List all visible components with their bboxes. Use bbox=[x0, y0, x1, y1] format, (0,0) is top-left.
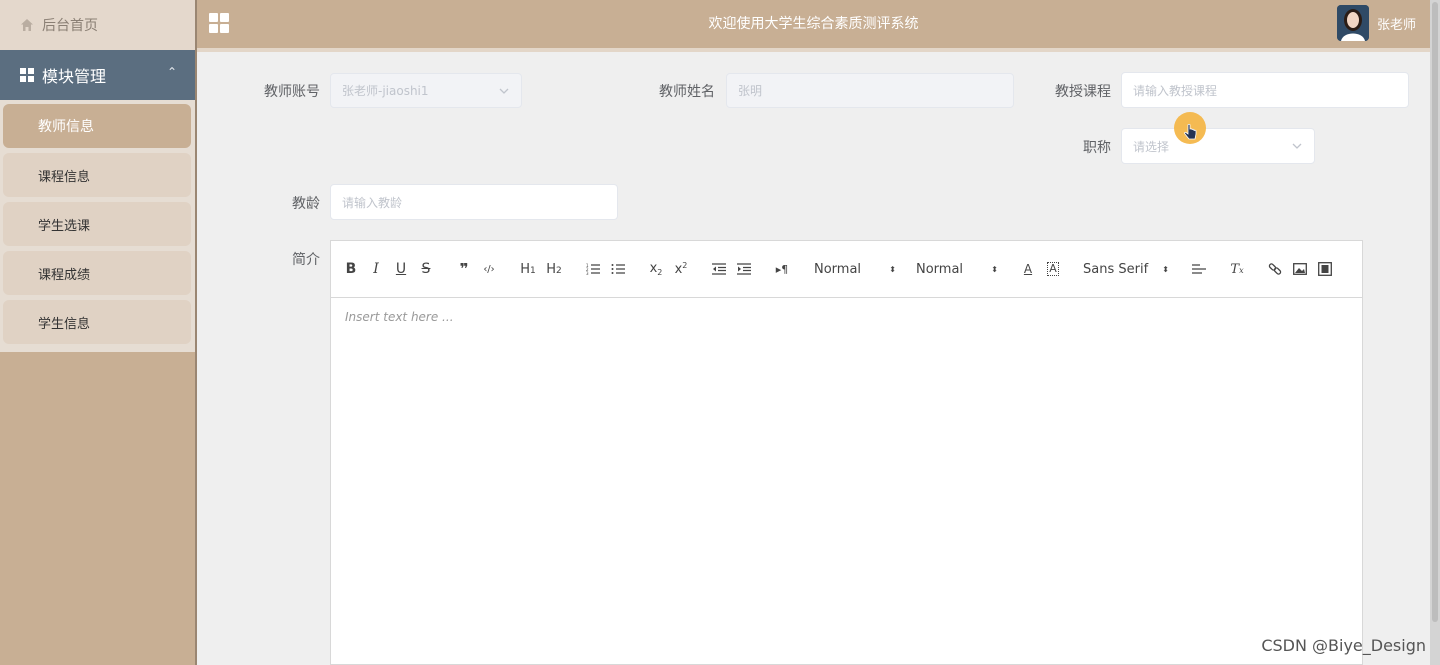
course-placeholder: 请输入教授课程 bbox=[1133, 83, 1218, 98]
clear-format-icon[interactable]: Tx bbox=[1227, 259, 1247, 279]
svg-text:3: 3 bbox=[586, 271, 589, 275]
header-picker-value: Normal bbox=[814, 261, 862, 277]
job-title-label: 职称 bbox=[1083, 140, 1111, 156]
sidebar-item-student-info[interactable]: 学生信息 bbox=[3, 300, 191, 344]
teaching-age-input[interactable]: 请输入教龄 bbox=[330, 184, 618, 220]
link-icon[interactable] bbox=[1265, 259, 1285, 279]
header1-icon[interactable]: H1 bbox=[517, 259, 539, 279]
sidebar-home-label: 后台首页 bbox=[42, 18, 98, 34]
mouse-cursor-highlight bbox=[1174, 112, 1206, 144]
sidebar-home[interactable]: 后台首页 bbox=[0, 0, 195, 50]
teacher-name-value: 张明 bbox=[738, 84, 763, 98]
top-header: 欢迎使用大学生综合素质测评系统 张老师 bbox=[197, 0, 1430, 52]
teaching-age-placeholder: 请输入教龄 bbox=[342, 195, 403, 210]
sidebar-item-course-selection[interactable]: 学生选课 bbox=[3, 202, 191, 246]
size-picker[interactable]: Normal ⬍ bbox=[916, 262, 998, 277]
indent-icon[interactable] bbox=[734, 259, 754, 279]
job-title-placeholder: 请选择 bbox=[1133, 139, 1170, 154]
background-color-icon[interactable]: A bbox=[1043, 259, 1063, 279]
font-picker-value: Sans Serif bbox=[1083, 261, 1149, 277]
page-title: 欢迎使用大学生综合素质测评系统 bbox=[708, 16, 919, 32]
bold-icon[interactable]: B bbox=[341, 259, 361, 279]
size-picker-value: Normal bbox=[916, 261, 964, 277]
blockquote-icon[interactable]: ❞ bbox=[454, 259, 474, 279]
grid-icon bbox=[20, 68, 34, 82]
editor-content-area[interactable]: Insert text here ... bbox=[331, 298, 1362, 336]
teacher-name-label: 教师姓名 bbox=[659, 84, 715, 100]
chevron-up-icon: ⌃ bbox=[166, 65, 177, 79]
teacher-name-input: 张明 bbox=[726, 73, 1014, 108]
sidebar-module-menu[interactable]: 模块管理 ⌃ bbox=[0, 50, 195, 100]
teacher-account-value: 张老师-jiaoshi1 bbox=[342, 84, 429, 98]
picker-arrows-icon: ⬍ bbox=[991, 264, 998, 274]
rich-text-editor: B I U S ❞ ‹/› H1 H2 123 x2 x2 ▸¶ Normal … bbox=[330, 240, 1363, 665]
picker-arrows-icon: ⬍ bbox=[1162, 264, 1169, 274]
page-scrollbar[interactable] bbox=[1430, 0, 1440, 665]
user-menu[interactable]: 张老师 bbox=[1336, 5, 1416, 41]
underline-icon[interactable]: U bbox=[391, 259, 411, 279]
teacher-account-select: 张老师-jiaoshi1 bbox=[330, 73, 522, 108]
code-block-icon[interactable]: ‹/› bbox=[479, 259, 499, 279]
outdent-icon[interactable] bbox=[709, 259, 729, 279]
font-picker[interactable]: Sans Serif ⬍ bbox=[1083, 262, 1169, 277]
sidebar-item-course-grades[interactable]: 课程成绩 bbox=[3, 251, 191, 295]
course-input[interactable]: 请输入教授课程 bbox=[1121, 72, 1409, 108]
image-icon[interactable] bbox=[1290, 259, 1310, 279]
teacher-account-label: 教师账号 bbox=[264, 84, 320, 100]
strike-icon[interactable]: S bbox=[416, 259, 436, 279]
superscript-icon[interactable]: x2 bbox=[671, 259, 691, 279]
video-icon[interactable] bbox=[1315, 259, 1335, 279]
text-color-icon[interactable]: A bbox=[1018, 259, 1038, 279]
avatar bbox=[1336, 5, 1369, 41]
sidebar: 后台首页 模块管理 ⌃ 教师信息 课程信息 学生选课 课程成绩 学生信息 bbox=[0, 0, 197, 665]
job-title-select[interactable]: 请选择 bbox=[1121, 128, 1315, 164]
italic-icon[interactable]: I bbox=[366, 259, 386, 279]
sidebar-item-label: 教师信息 bbox=[38, 119, 94, 135]
sidebar-submenu: 教师信息 课程信息 学生选课 课程成绩 学生信息 bbox=[0, 100, 195, 352]
home-icon bbox=[20, 18, 34, 32]
scrollbar-thumb[interactable] bbox=[1432, 2, 1438, 622]
text-direction-icon[interactable]: ▸¶ bbox=[772, 259, 792, 279]
editor-toolbar: B I U S ❞ ‹/› H1 H2 123 x2 x2 ▸¶ Normal … bbox=[331, 241, 1362, 298]
sidebar-module-label: 模块管理 bbox=[42, 67, 107, 86]
sidebar-item-label: 课程信息 bbox=[38, 169, 91, 185]
chevron-down-icon bbox=[497, 84, 511, 98]
header2-icon[interactable]: H2 bbox=[543, 259, 565, 279]
sidebar-item-label: 课程成绩 bbox=[38, 267, 91, 283]
username: 张老师 bbox=[1376, 17, 1416, 33]
bullet-list-icon[interactable] bbox=[608, 259, 628, 279]
picker-arrows-icon: ⬍ bbox=[889, 264, 896, 274]
subscript-icon[interactable]: x2 bbox=[646, 259, 666, 279]
course-label: 教授课程 bbox=[1055, 84, 1111, 100]
header-picker[interactable]: Normal ⬍ bbox=[814, 262, 896, 277]
teaching-age-label: 教龄 bbox=[292, 196, 320, 212]
sidebar-item-label: 学生信息 bbox=[38, 316, 91, 332]
sidebar-item-teacher-info[interactable]: 教师信息 bbox=[3, 104, 191, 148]
sidebar-item-course-info[interactable]: 课程信息 bbox=[3, 153, 191, 197]
ordered-list-icon[interactable]: 123 bbox=[583, 259, 603, 279]
watermark-text: CSDN @Biye_Design bbox=[1261, 636, 1426, 655]
align-icon[interactable] bbox=[1189, 259, 1209, 279]
intro-label: 简介 bbox=[292, 252, 320, 268]
sidebar-item-label: 学生选课 bbox=[38, 218, 91, 234]
chevron-down-icon bbox=[1290, 139, 1304, 153]
